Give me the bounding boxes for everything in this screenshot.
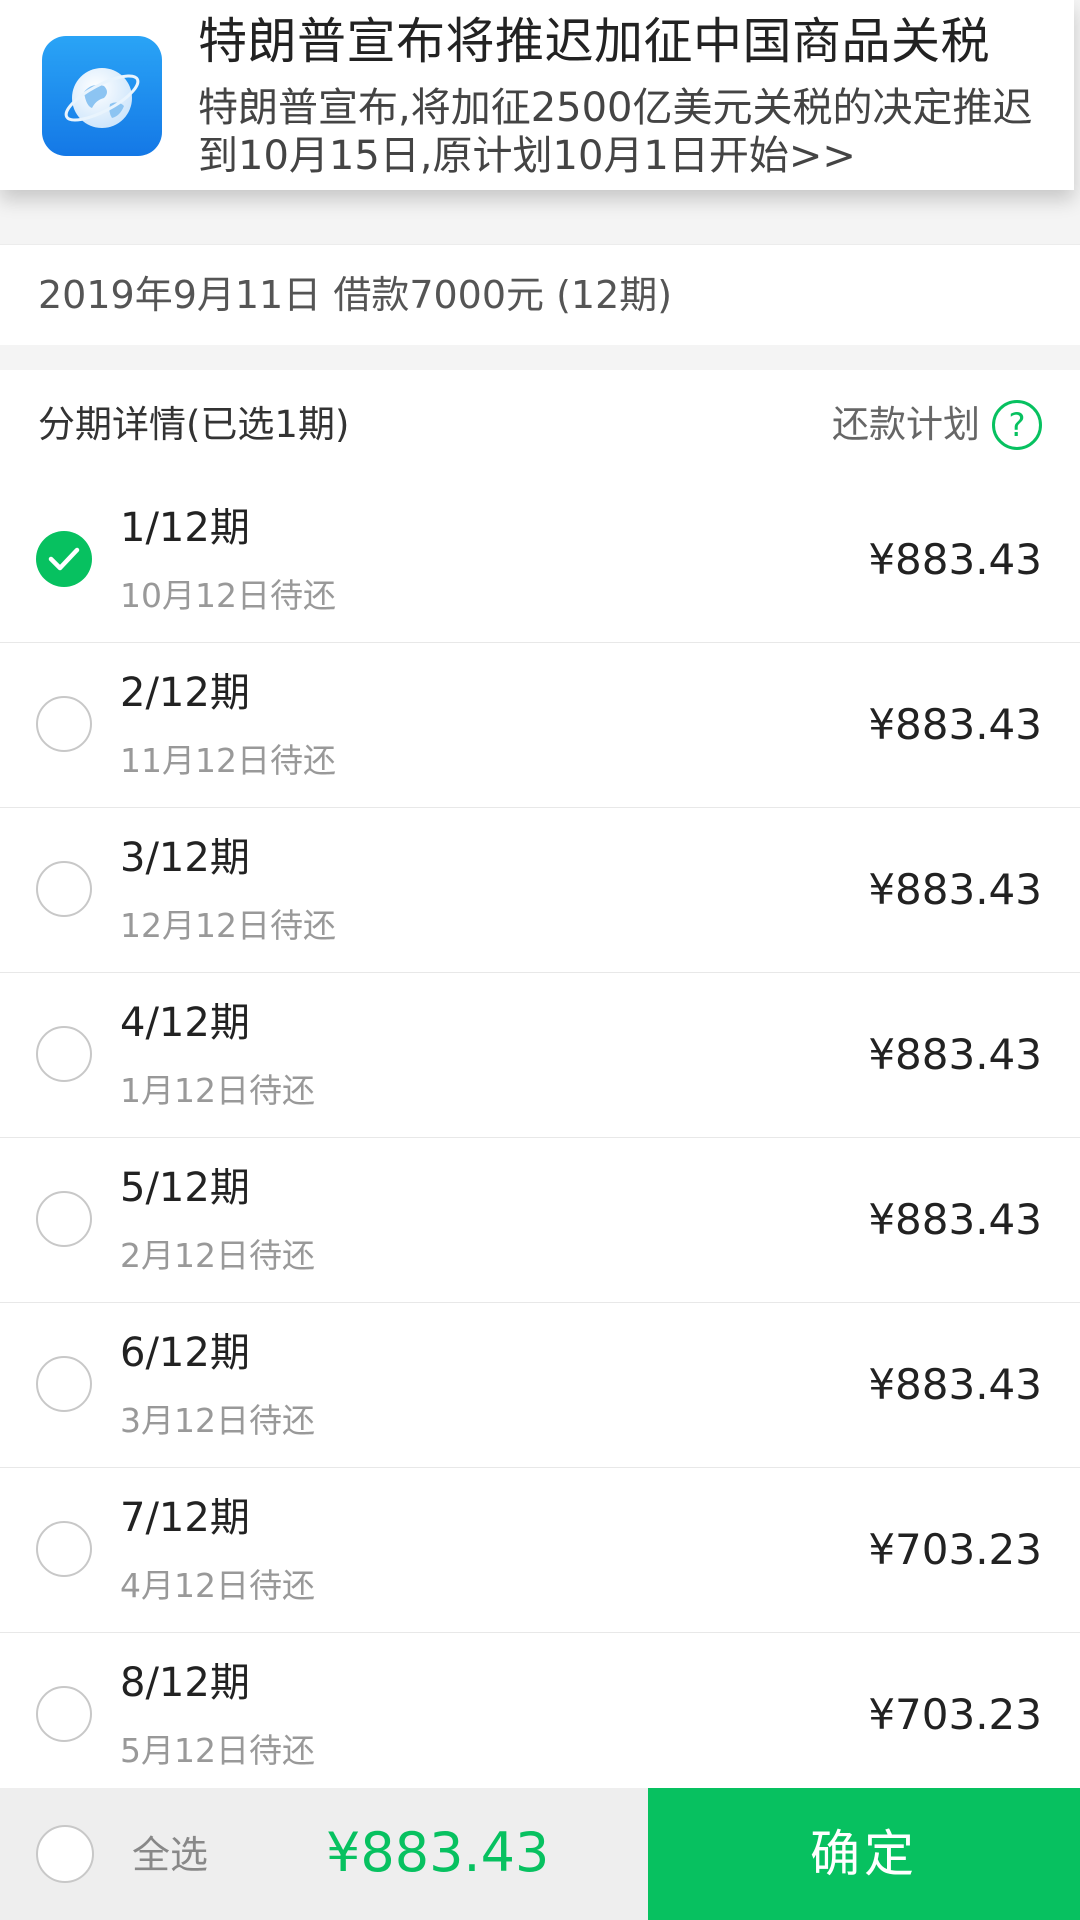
installment-row-8[interactable]: 8/12期 5月12日待还 ¥703.23	[0, 1633, 1080, 1798]
help-icon[interactable]: ?	[992, 400, 1042, 450]
notification-title: 特朗普宣布将推迟加征中国商品关税	[198, 13, 991, 70]
installment-due-date: 10月12日待还	[120, 576, 336, 615]
installment-amount: ¥883.43	[868, 1195, 1042, 1244]
push-notification[interactable]: 特朗普宣布将推迟加征中国商品关税 特朗普宣布,将加征2500亿美元关税的决定推迟…	[0, 0, 1074, 190]
installment-period: 5/12期	[120, 1165, 250, 1211]
installment-due-date: 11月12日待还	[120, 741, 336, 780]
installment-amount: ¥883.43	[868, 700, 1042, 749]
installment-period: 8/12期	[120, 1660, 250, 1706]
checkbox-checked-icon[interactable]	[36, 531, 92, 587]
installment-due-date: 5月12日待还	[120, 1731, 315, 1770]
installment-amount: ¥703.23	[868, 1690, 1042, 1739]
installment-row-2[interactable]: 2/12期 11月12日待还 ¥883.43	[0, 643, 1080, 808]
installment-amount: ¥883.43	[868, 535, 1042, 584]
checkbox-unchecked-icon[interactable]	[36, 1026, 92, 1082]
installment-row-3[interactable]: 3/12期 12月12日待还 ¥883.43	[0, 808, 1080, 973]
installment-due-date: 12月12日待还	[120, 906, 336, 945]
loan-summary-text: 2019年9月11日 借款7000元 (12期)	[38, 273, 673, 317]
checkbox-unchecked-icon[interactable]	[36, 1686, 92, 1742]
installment-row-5[interactable]: 5/12期 2月12日待还 ¥883.43	[0, 1138, 1080, 1303]
repayment-plan-link[interactable]: 还款计划	[832, 400, 980, 450]
installment-due-date: 1月12日待还	[120, 1071, 315, 1110]
installment-period: 1/12期	[120, 505, 250, 551]
installment-row-1[interactable]: 1/12期 10月12日待还 ¥883.43	[0, 478, 1080, 643]
installment-period: 2/12期	[120, 670, 250, 716]
bottom-action-bar: 全选 ¥883.43 确定	[0, 1788, 1080, 1920]
browser-globe-icon	[42, 36, 162, 156]
installment-period: 3/12期	[120, 835, 250, 881]
installment-list: 1/12期 10月12日待还 ¥883.43 2/12期 11月12日待还 ¥8…	[0, 478, 1080, 1798]
installment-row-4[interactable]: 4/12期 1月12日待还 ¥883.43	[0, 973, 1080, 1138]
section-title: 分期详情(已选1期)	[38, 403, 350, 446]
checkbox-unchecked-icon[interactable]	[36, 1356, 92, 1412]
installment-period: 4/12期	[120, 1000, 250, 1046]
installment-period: 7/12期	[120, 1495, 250, 1541]
installment-due-date: 2月12日待还	[120, 1236, 315, 1275]
installment-amount: ¥703.23	[868, 1525, 1042, 1574]
loan-summary: 2019年9月11日 借款7000元 (12期)	[0, 244, 1080, 345]
installment-amount: ¥883.43	[868, 1360, 1042, 1409]
installment-period: 6/12期	[120, 1330, 250, 1376]
select-all-checkbox-icon[interactable]	[36, 1825, 94, 1883]
checkbox-unchecked-icon[interactable]	[36, 1191, 92, 1247]
selected-total-amount: ¥883.43	[326, 1821, 550, 1884]
confirm-button[interactable]: 确定	[648, 1788, 1080, 1920]
notification-body: 特朗普宣布,将加征2500亿美元关税的决定推迟到10月15日,原计划10月1日开…	[198, 85, 1033, 179]
installment-amount: ¥883.43	[868, 1030, 1042, 1079]
installment-amount: ¥883.43	[868, 865, 1042, 914]
checkbox-unchecked-icon[interactable]	[36, 696, 92, 752]
installment-due-date: 3月12日待还	[120, 1401, 315, 1440]
installment-due-date: 4月12日待还	[120, 1566, 315, 1605]
checkbox-unchecked-icon[interactable]	[36, 861, 92, 917]
installment-section-header: 分期详情(已选1期) 还款计划 ?	[0, 370, 1080, 479]
installment-row-7[interactable]: 7/12期 4月12日待还 ¥703.23	[0, 1468, 1080, 1633]
checkbox-unchecked-icon[interactable]	[36, 1521, 92, 1577]
select-all-label[interactable]: 全选	[132, 1830, 208, 1880]
installment-row-6[interactable]: 6/12期 3月12日待还 ¥883.43	[0, 1303, 1080, 1468]
